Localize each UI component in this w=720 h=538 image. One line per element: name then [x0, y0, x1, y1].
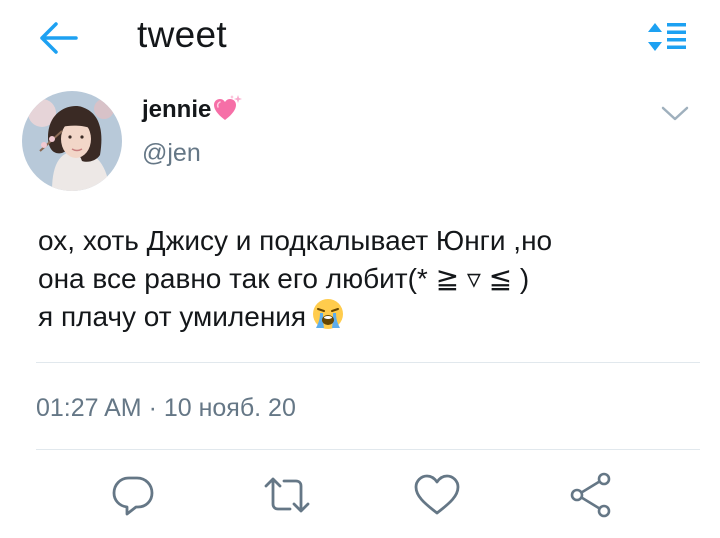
reply-button[interactable] — [108, 470, 158, 520]
retweet-icon — [264, 477, 310, 513]
author-handle[interactable]: @jen — [142, 139, 201, 168]
tweet-text-line: ох, хоть Джису и подкалывает Юнги ,но — [38, 225, 553, 256]
chevron-down-icon — [661, 106, 689, 121]
author-name-row[interactable]: jennie — [142, 94, 243, 127]
sparkling-heart-emoji-icon — [213, 94, 243, 127]
page-title: tweet — [137, 14, 227, 55]
tweet-text-line-last: я плачу от умиления — [38, 298, 698, 340]
arrow-left-icon — [40, 22, 78, 54]
back-button[interactable] — [36, 18, 80, 58]
retweet-button[interactable] — [262, 470, 312, 520]
tweet-text: ох, хоть Джису и подкалывает Юнги ,но он… — [38, 222, 698, 340]
divider — [36, 362, 700, 363]
author-display-name: jennie — [142, 96, 212, 123]
profile-photo — [22, 91, 122, 191]
more-options-button[interactable] — [660, 104, 690, 124]
like-button[interactable] — [412, 470, 462, 520]
top-bar: tweet — [0, 0, 720, 80]
avatar[interactable] — [22, 91, 122, 191]
tweet-actions-bar — [0, 470, 720, 520]
tweet-timestamp: 01:27 AM · 10 нояб. 20 — [36, 394, 296, 422]
tweet-text-line-content: я плачу от умиления — [38, 301, 307, 332]
sort-list-icon — [648, 23, 686, 51]
loudly-crying-face-emoji-icon — [312, 298, 344, 340]
heart-icon — [414, 474, 460, 515]
tweet-text-line: она все равно так его любит(* ≧ ▿ ≦ ) — [38, 263, 530, 294]
reply-icon — [112, 476, 154, 516]
share-icon — [570, 472, 611, 518]
share-button[interactable] — [566, 470, 616, 520]
divider — [36, 449, 700, 450]
sort-button[interactable] — [646, 20, 690, 54]
